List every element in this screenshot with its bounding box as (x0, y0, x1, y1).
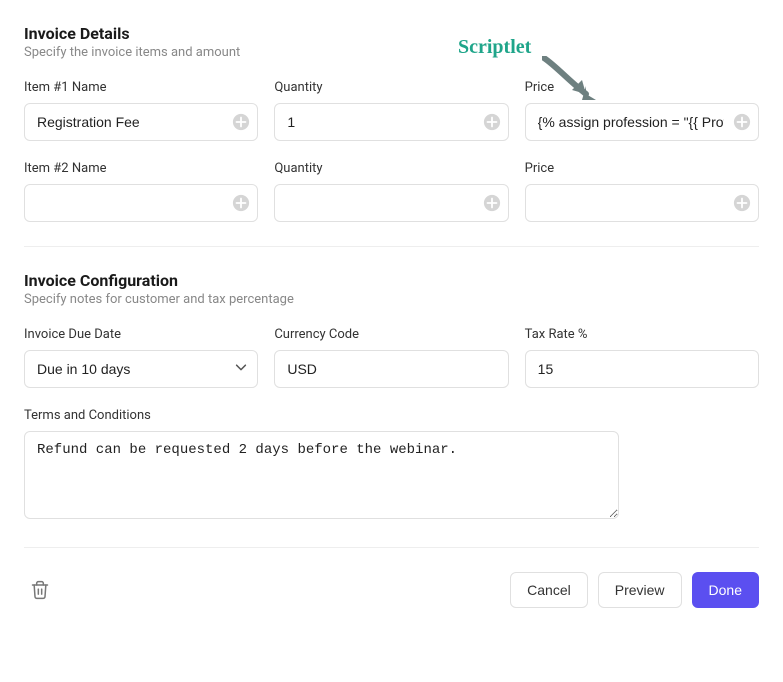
item2-price-input[interactable] (525, 184, 759, 222)
tax-rate-input[interactable] (525, 350, 759, 388)
item1-qty-label: Quantity (274, 80, 508, 95)
invoice-details-title: Invoice Details (24, 24, 759, 43)
item2-qty-input[interactable] (274, 184, 508, 222)
item2-name-label: Item #2 Name (24, 161, 258, 176)
trash-icon (30, 580, 50, 600)
section-divider (24, 547, 759, 548)
item1-name-label: Item #1 Name (24, 80, 258, 95)
item1-price-label: Price (525, 80, 759, 95)
currency-label: Currency Code (274, 327, 508, 342)
invoice-config-subtitle: Specify notes for customer and tax perce… (24, 292, 759, 307)
cancel-button[interactable]: Cancel (510, 572, 588, 608)
section-divider (24, 246, 759, 247)
item1-price-input[interactable] (525, 103, 759, 141)
due-date-select[interactable]: Due in 10 days (24, 350, 258, 388)
item1-qty-input[interactable] (274, 103, 508, 141)
item2-name-input[interactable] (24, 184, 258, 222)
due-date-label: Invoice Due Date (24, 327, 258, 342)
item-row-1: Item #1 Name Quantity Price (24, 80, 759, 141)
delete-button[interactable] (24, 574, 56, 606)
tax-rate-label: Tax Rate % (525, 327, 759, 342)
currency-input[interactable] (274, 350, 508, 388)
done-button[interactable]: Done (692, 572, 759, 608)
preview-button[interactable]: Preview (598, 572, 682, 608)
item2-price-label: Price (525, 161, 759, 176)
item-row-2: Item #2 Name Quantity Price (24, 161, 759, 222)
item1-name-input[interactable] (24, 103, 258, 141)
terms-textarea[interactable] (24, 431, 619, 519)
invoice-config-title: Invoice Configuration (24, 271, 759, 290)
invoice-details-subtitle: Specify the invoice items and amount (24, 45, 759, 60)
terms-label: Terms and Conditions (24, 408, 759, 423)
item2-qty-label: Quantity (274, 161, 508, 176)
